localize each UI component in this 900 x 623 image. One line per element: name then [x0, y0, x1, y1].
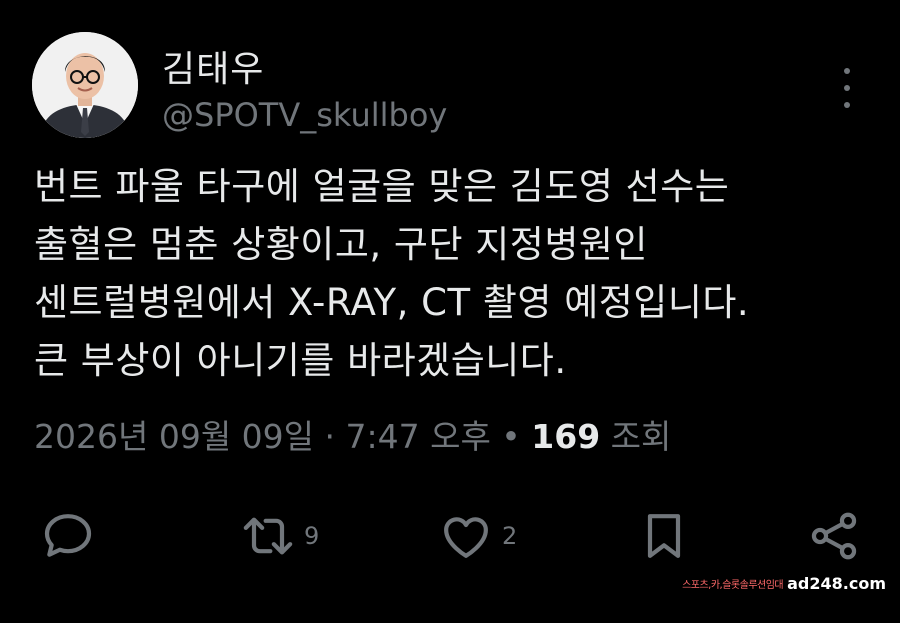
tweet-card: 김태우 @SPOTV_skullboy 번트 파울 타구에 얼굴을 맞은 김도영…: [0, 0, 900, 623]
bookmark-icon: [647, 514, 681, 558]
reply-button[interactable]: [40, 508, 104, 564]
meta-separator: •: [490, 417, 532, 456]
watermark-domain: ad248.com: [787, 574, 886, 593]
retweet-button[interactable]: 9: [240, 508, 319, 564]
tweet-timestamp[interactable]: 2026년 09월 09일 · 7:47 오후: [34, 417, 491, 456]
action-bar: 9 2: [0, 500, 900, 580]
like-count: 2: [502, 522, 518, 550]
watermark-subtext: 스포츠,카,슬롯솔루션임대: [682, 580, 784, 591]
retweet-count: 9: [304, 522, 320, 550]
profile-photo: [32, 32, 138, 138]
watermark: 스포츠,카,슬롯솔루션임대 ad248.com: [682, 574, 886, 593]
retweet-icon: [243, 517, 293, 555]
author-handle[interactable]: @SPOTV_skullboy: [162, 96, 447, 134]
like-button[interactable]: 2: [438, 508, 517, 564]
author-display-name[interactable]: 김태우: [162, 40, 264, 92]
heart-icon: [444, 517, 488, 558]
views-label: 조회: [600, 417, 672, 456]
share-button[interactable]: [806, 508, 862, 564]
share-icon: [811, 512, 857, 560]
more-options-icon[interactable]: [836, 68, 858, 108]
reply-icon: [44, 514, 92, 557]
tweet-meta: 2026년 09월 09일 · 7:47 오후 • 169 조회: [34, 410, 671, 458]
bookmark-button[interactable]: [636, 508, 692, 564]
avatar[interactable]: [32, 32, 138, 138]
tweet-text: 번트 파울 타구에 얼굴을 맞은 김도영 선수는 출혈은 멈춘 상황이고, 구단…: [34, 165, 750, 382]
views-count: 169: [531, 417, 601, 456]
